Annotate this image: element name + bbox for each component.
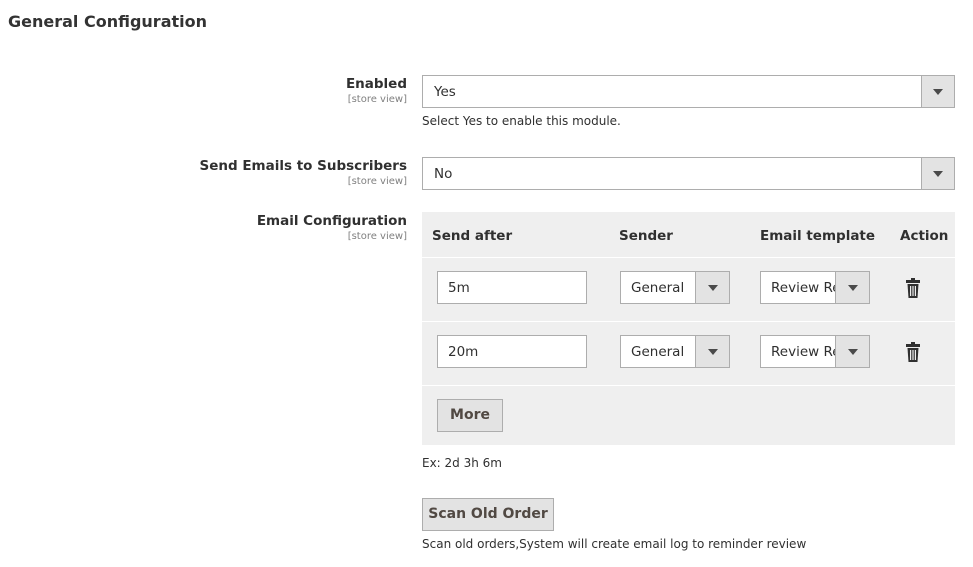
send-after-value: 5m bbox=[448, 280, 470, 296]
email-template-select[interactable]: Review Reminder bbox=[760, 271, 870, 304]
sender-select-value: General bbox=[631, 344, 685, 360]
enabled-label-group: Enabled [store view] bbox=[346, 76, 407, 106]
send-after-input[interactable]: 20m bbox=[437, 335, 587, 368]
send-emails-select[interactable]: No bbox=[422, 157, 955, 190]
send-emails-label-group: Send Emails to Subscribers [store view] bbox=[199, 158, 407, 188]
email-template-select-value: Review Reminder bbox=[771, 280, 837, 296]
column-header-action: Action bbox=[900, 228, 949, 244]
send-after-input[interactable]: 5m bbox=[437, 271, 587, 304]
send-emails-select-value: No bbox=[434, 166, 453, 182]
row-divider bbox=[422, 321, 955, 322]
column-header-send-after: Send after bbox=[432, 228, 513, 244]
scan-old-order-button[interactable]: Scan Old Order bbox=[422, 498, 554, 531]
email-config-label: Email Configuration bbox=[256, 213, 407, 229]
email-template-select[interactable]: Review Reminder bbox=[760, 335, 870, 368]
enabled-note: Select Yes to enable this module. bbox=[422, 114, 621, 128]
enabled-scope: [store view] bbox=[347, 94, 407, 105]
chevron-down-icon bbox=[707, 284, 718, 291]
email-config-note: Ex: 2d 3h 6m bbox=[422, 456, 502, 470]
trash-icon[interactable] bbox=[906, 278, 920, 298]
sender-select-arrow[interactable] bbox=[695, 272, 729, 303]
section-title[interactable]: General Configuration bbox=[8, 12, 207, 31]
sender-select[interactable]: General bbox=[620, 271, 730, 304]
chevron-down-icon bbox=[847, 348, 858, 355]
email-config-grid: Send after Sender Email template Action … bbox=[422, 212, 955, 445]
row-divider bbox=[422, 257, 955, 258]
chevron-down-icon bbox=[933, 170, 943, 177]
column-header-sender: Sender bbox=[619, 228, 673, 244]
sender-select[interactable]: General bbox=[620, 335, 730, 368]
row-divider bbox=[422, 385, 955, 386]
sender-select-arrow[interactable] bbox=[695, 336, 729, 367]
send-emails-scope: [store view] bbox=[347, 176, 407, 187]
email-template-select-value: Review Reminder bbox=[771, 344, 837, 360]
enabled-label: Enabled bbox=[345, 76, 407, 92]
chevron-down-icon bbox=[933, 88, 943, 95]
email-template-select-arrow[interactable] bbox=[835, 272, 869, 303]
chevron-down-icon bbox=[707, 348, 718, 355]
email-template-select-arrow[interactable] bbox=[835, 336, 869, 367]
chevron-down-icon bbox=[847, 284, 858, 291]
column-header-email-template: Email template bbox=[760, 228, 876, 244]
sender-select-value: General bbox=[631, 280, 685, 296]
scan-note: Scan old orders,System will create email… bbox=[422, 537, 807, 551]
more-button[interactable]: More bbox=[437, 399, 503, 432]
email-config-label-group: Email Configuration [store view] bbox=[257, 213, 407, 243]
send-emails-label: Send Emails to Subscribers bbox=[199, 158, 407, 174]
enabled-select-value: Yes bbox=[434, 84, 456, 100]
send-after-value: 20m bbox=[448, 344, 479, 360]
email-config-scope: [store view] bbox=[347, 231, 407, 242]
trash-icon[interactable] bbox=[906, 342, 920, 362]
enabled-select[interactable]: Yes bbox=[422, 75, 955, 108]
enabled-select-arrow[interactable] bbox=[921, 76, 954, 107]
send-emails-select-arrow[interactable] bbox=[921, 158, 954, 189]
